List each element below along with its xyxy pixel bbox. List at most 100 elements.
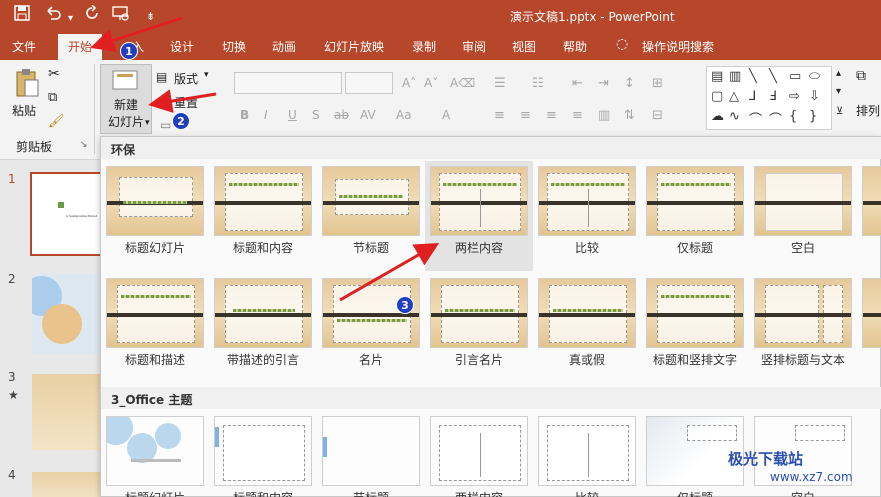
layout-label[interactable]: 版式 (174, 70, 198, 87)
paste-label[interactable]: 粘贴 (12, 102, 36, 119)
text-direction-icon[interactable]: ⇅ (624, 108, 635, 123)
align-center-icon[interactable]: ≡ (520, 108, 531, 123)
justify-icon[interactable]: ≡ (572, 108, 583, 123)
gallery-scroll-down-icon[interactable]: ▾ (836, 86, 841, 97)
layout-partial[interactable] (857, 161, 881, 271)
arrange-icon[interactable]: ⧉ (856, 68, 866, 84)
shapes-gallery[interactable]: ▤ ▥ ╲ ╲ ▭ ⬭ ▢ △ ⅃ Ⅎ ⇨ ⇩ ☁ ∿ ⌒ ⌒ { } (706, 66, 832, 130)
numbering-icon[interactable]: ☷ (532, 76, 544, 91)
layout-quote-caption[interactable]: 带描述的引言 (209, 273, 317, 383)
format-painter-icon[interactable]: 🖌 (48, 114, 65, 129)
chevron-down-icon[interactable]: ▾ (145, 118, 150, 128)
layout-icon[interactable]: ▤ (156, 70, 167, 84)
vertical-text-box-shape-icon[interactable]: ▥ (729, 69, 741, 84)
arc-shape-icon[interactable]: ⌒ (749, 109, 762, 128)
layout-section-header[interactable]: 节标题 (317, 161, 425, 271)
tab-transitions[interactable]: 切换 (222, 38, 246, 55)
layout-name-card[interactable]: 名片 (317, 273, 425, 383)
layout-section-header-office[interactable]: 节标题 (317, 411, 425, 497)
italic-button[interactable]: I (264, 108, 268, 122)
undo-dropdown-icon[interactable]: ▾ (68, 9, 73, 29)
line-shape-icon[interactable]: ╲ (769, 69, 777, 84)
layout-comparison[interactable]: 比较 (533, 161, 641, 271)
customize-icon[interactable]: ⇟ (146, 7, 155, 27)
elbow-connector-icon[interactable]: ⅃ (749, 89, 756, 104)
layout-title-content[interactable]: 标题和内容 (209, 161, 317, 271)
reset-label[interactable]: 重置 (174, 94, 198, 111)
layout-title-only[interactable]: 仅标题 (641, 161, 749, 271)
freeform-shape-icon[interactable]: ☁ (711, 109, 724, 124)
tab-help[interactable]: 帮助 (563, 38, 587, 55)
tab-design[interactable]: 设计 (170, 38, 194, 55)
tab-view[interactable]: 视图 (512, 38, 536, 55)
curve-shape-icon[interactable]: ∿ (729, 109, 740, 124)
tab-record[interactable]: 录制 (412, 38, 436, 55)
change-case-button[interactable]: Aa (396, 108, 412, 122)
strikethrough-button[interactable]: ab (334, 108, 349, 122)
slide-thumbnail-4[interactable] (32, 472, 102, 497)
right-arrow-shape-icon[interactable]: ⇨ (789, 89, 800, 104)
brace-right-shape-icon[interactable]: } (809, 109, 817, 124)
font-size-combobox[interactable] (345, 72, 393, 94)
layout-quote-name-card[interactable]: 引言名片 (425, 273, 533, 383)
align-right-icon[interactable]: ≡ (546, 108, 557, 123)
tab-file[interactable]: 文件 (12, 38, 36, 55)
shrink-font-icon[interactable]: A˅ (424, 76, 438, 90)
layout-two-content-office[interactable]: 两栏内容 (425, 411, 533, 497)
align-text-icon[interactable]: ⊟ (652, 108, 663, 123)
redo-icon[interactable] (84, 4, 100, 26)
arc-shape-icon[interactable]: ⌒ (769, 109, 782, 128)
reset-icon[interactable]: ▭ (156, 94, 167, 108)
down-arrow-shape-icon[interactable]: ⇩ (809, 89, 820, 104)
layout-partial[interactable] (857, 273, 881, 383)
increase-indent-icon[interactable]: ⇥ (598, 76, 609, 91)
dialog-launcher-icon[interactable]: ↘ (80, 140, 88, 150)
smartart-icon[interactable]: ⊞ (652, 76, 663, 91)
line-spacing-icon[interactable]: ↕ (624, 76, 635, 91)
font-name-combobox[interactable] (234, 72, 342, 94)
layout-title-vertical-text[interactable]: 标题和竖排文字 (641, 273, 749, 383)
tell-me-search[interactable]: 操作说明搜索 (642, 38, 714, 55)
char-spacing-button[interactable]: AV (360, 108, 376, 122)
triangle-shape-icon[interactable]: △ (729, 89, 739, 104)
text-box-shape-icon[interactable]: ▤ (711, 69, 723, 84)
bullets-icon[interactable]: ☰ (494, 76, 506, 91)
align-left-icon[interactable]: ≡ (494, 108, 505, 123)
slide-thumbnail-2[interactable] (32, 274, 102, 354)
layout-two-content[interactable]: 两栏内容 (425, 161, 533, 271)
cut-icon[interactable]: ✂ (48, 66, 60, 82)
layout-dropdown-icon[interactable]: ▾ (204, 70, 209, 80)
layout-title-description[interactable]: 标题和描述 (101, 273, 209, 383)
grow-font-icon[interactable]: A˄ (402, 76, 416, 90)
rounded-rect-shape-icon[interactable]: ▢ (711, 89, 723, 104)
slide-thumbnail-1[interactable]: A Sustainable Planet (30, 172, 102, 256)
layout-title-slide-office[interactable]: 标题幻灯片 (101, 411, 209, 497)
save-icon[interactable] (14, 5, 30, 26)
tab-review[interactable]: 审阅 (462, 38, 486, 55)
copy-icon[interactable]: ⧉ (48, 90, 57, 105)
decrease-indent-icon[interactable]: ⇤ (572, 76, 583, 91)
present-icon[interactable] (112, 5, 130, 26)
font-color-button[interactable]: A (442, 108, 450, 122)
shadow-button[interactable]: S (312, 108, 320, 122)
brace-left-shape-icon[interactable]: { (789, 109, 797, 124)
gallery-more-icon[interactable]: ⊻ (836, 106, 843, 117)
layout-vertical-title-text[interactable]: 竖排标题与文本 (749, 273, 857, 383)
gallery-scroll-up-icon[interactable]: ▴ (836, 68, 841, 79)
layout-comparison-office[interactable]: 比较 (533, 411, 641, 497)
layout-blank[interactable]: 空白 (749, 161, 857, 271)
bold-button[interactable]: B (240, 108, 249, 122)
oval-shape-icon[interactable]: ⬭ (809, 69, 820, 84)
tab-slideshow[interactable]: 幻灯片放映 (324, 38, 384, 55)
layout-true-false[interactable]: 真或假 (533, 273, 641, 383)
arrange-label[interactable]: 排列 (856, 102, 880, 119)
columns-icon[interactable]: ▥ (598, 108, 610, 123)
elbow-connector-icon[interactable]: Ⅎ (769, 89, 776, 104)
section-icon[interactable]: ▭ (160, 118, 171, 132)
undo-icon[interactable] (44, 5, 62, 26)
slide-thumbnail-3[interactable] (32, 374, 102, 450)
line-shape-icon[interactable]: ╲ (749, 69, 757, 84)
clear-format-icon[interactable]: A⌫ (450, 76, 475, 90)
paste-icon[interactable] (10, 68, 44, 98)
underline-button[interactable]: U (288, 108, 297, 122)
